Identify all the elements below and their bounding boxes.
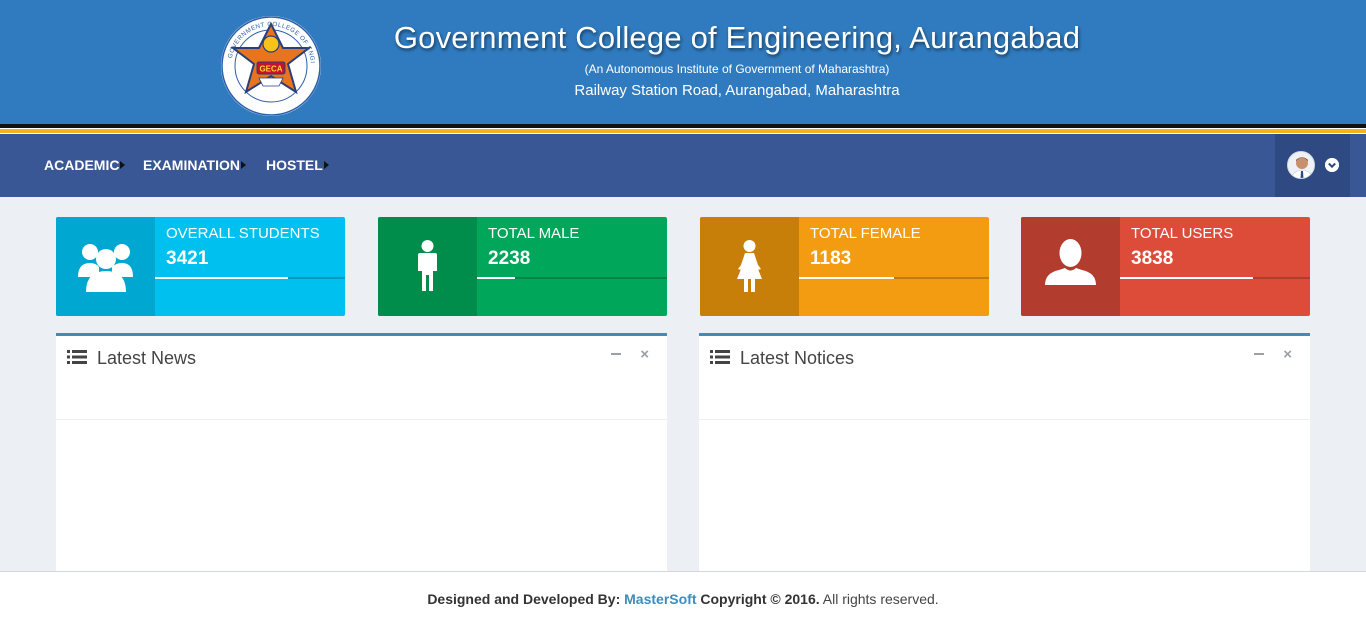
stat-icon-area xyxy=(1021,217,1120,316)
college-name: Government College of Engineering, Auran… xyxy=(393,20,1081,55)
user-menu[interactable] xyxy=(1275,134,1350,197)
nav-label: EXAMINATION xyxy=(143,157,240,173)
stat-label: TOTAL FEMALE xyxy=(810,225,921,242)
panel-title: Latest Notices xyxy=(740,348,855,368)
minimize-icon[interactable] xyxy=(611,353,621,355)
stat-label: TOTAL USERS xyxy=(1131,225,1234,242)
footer-brand-link[interactable]: MasterSoft xyxy=(624,591,696,607)
stat-progress xyxy=(155,277,345,279)
caret-right-icon xyxy=(323,161,329,169)
stat-progress xyxy=(1120,277,1310,279)
footer-copyright: Copyright © 2016. xyxy=(696,591,820,607)
latest-news-panel: Latest News × xyxy=(56,333,667,578)
stat-progress xyxy=(799,277,989,279)
list-icon xyxy=(67,350,87,364)
male-icon xyxy=(418,240,437,291)
stat-card-total-male: TOTAL MALE 2238 xyxy=(378,217,667,316)
stat-icon-area xyxy=(56,217,155,316)
site-footer: Designed and Developed By: MasterSoft Co… xyxy=(0,571,1366,625)
nav-item-examination[interactable]: EXAMINATION xyxy=(143,157,246,173)
footer-rights: All rights reserved. xyxy=(819,591,939,607)
stat-card-total-users: TOTAL USERS 3838 xyxy=(1021,217,1310,316)
caret-right-icon xyxy=(120,161,126,169)
close-icon[interactable]: × xyxy=(640,346,649,363)
user-icon xyxy=(1045,239,1096,285)
site-header: GECA GOVERNMENT COLLEGE OF ENGINEERING A… xyxy=(0,0,1366,124)
stat-icon-area xyxy=(700,217,799,316)
stat-value: 3838 xyxy=(1131,248,1174,269)
nav-label: HOSTEL xyxy=(266,157,323,173)
stat-label: TOTAL MALE xyxy=(488,225,580,242)
stat-card-overall-students: OVERALL STUDENTS 3421 xyxy=(56,217,345,316)
close-icon[interactable]: × xyxy=(1283,346,1292,363)
footer-prefix: Designed and Developed By: xyxy=(427,591,625,607)
panel-title: Latest News xyxy=(97,348,197,368)
nav-item-hostel[interactable]: HOSTEL xyxy=(266,157,329,173)
caret-right-icon xyxy=(240,161,246,169)
stat-progress xyxy=(477,277,667,279)
stat-progress-fill xyxy=(1120,277,1253,279)
latest-notices-panel: Latest Notices × xyxy=(699,333,1310,578)
avatar xyxy=(1287,151,1315,179)
college-address: Railway Station Road, Aurangabad, Mahara… xyxy=(574,82,900,99)
stat-progress-fill xyxy=(477,277,515,279)
stat-label: OVERALL STUDENTS xyxy=(166,225,320,242)
stat-value: 3421 xyxy=(166,248,209,269)
panel-header: Latest Notices × xyxy=(699,336,1310,420)
stat-value: 1183 xyxy=(810,248,852,269)
panel-header: Latest News × xyxy=(56,336,667,420)
nav-label: ACADEMIC xyxy=(44,157,120,173)
nav-item-academic[interactable]: ACADEMIC xyxy=(44,157,126,173)
stat-card-total-female: TOTAL FEMALE 1183 xyxy=(700,217,989,316)
college-subtitle: (An Autonomous Institute of Government o… xyxy=(584,62,890,76)
list-icon xyxy=(710,350,730,364)
stat-icon-area xyxy=(378,217,477,316)
female-icon xyxy=(737,240,762,292)
chevron-down-icon[interactable] xyxy=(1325,158,1339,172)
stat-progress-fill xyxy=(155,277,288,279)
stat-progress-fill xyxy=(799,277,894,279)
main-nav: ACADEMIC EXAMINATION HOSTEL xyxy=(0,134,1366,197)
users-group-icon xyxy=(78,244,133,292)
minimize-icon[interactable] xyxy=(1254,353,1264,355)
stat-value: 2238 xyxy=(488,248,531,269)
